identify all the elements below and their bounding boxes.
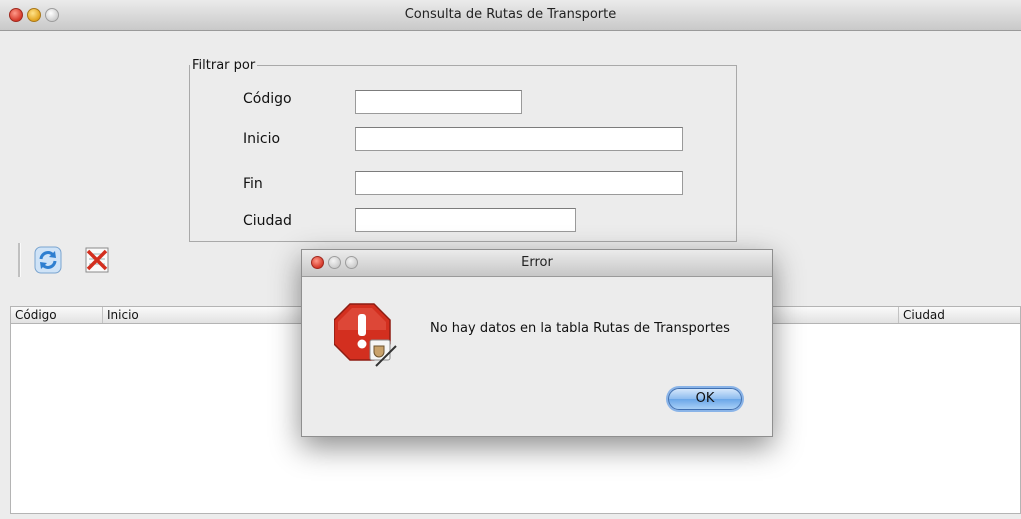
inicio-label: Inicio (243, 131, 281, 147)
codigo-label: Código (243, 91, 292, 107)
main-window: Consulta de Rutas de Transporte Filtrar … (0, 0, 1021, 519)
stop-icon (334, 303, 397, 367)
fin-label: Fin (243, 176, 263, 192)
toolbar-separator (18, 243, 21, 277)
dialog-title: Error (521, 255, 553, 270)
ciudad-input[interactable] (355, 208, 576, 232)
ok-button[interactable]: OK (668, 388, 742, 410)
error-dialog: Error No hay datos en la tabla Rutas de … (301, 249, 773, 437)
ciudad-label: Ciudad (243, 213, 292, 229)
filter-legend: Filtrar por (192, 58, 256, 73)
refresh-button[interactable] (34, 246, 62, 274)
codigo-input[interactable] (355, 90, 522, 114)
clear-icon (85, 247, 109, 273)
dialog-message: No hay datos en la tabla Rutas de Transp… (430, 321, 730, 336)
window-title: Consulta de Rutas de Transporte (404, 7, 617, 22)
title-bar[interactable]: Consulta de Rutas de Transporte (0, 0, 1021, 31)
column-ciudad[interactable]: Ciudad (899, 307, 1020, 323)
inicio-input[interactable] (355, 127, 683, 151)
refresh-icon (34, 246, 62, 274)
fin-input[interactable] (355, 171, 683, 195)
column-codigo[interactable]: Código (11, 307, 103, 323)
dialog-title-bar[interactable]: Error (302, 250, 772, 277)
clear-button[interactable] (83, 246, 111, 274)
